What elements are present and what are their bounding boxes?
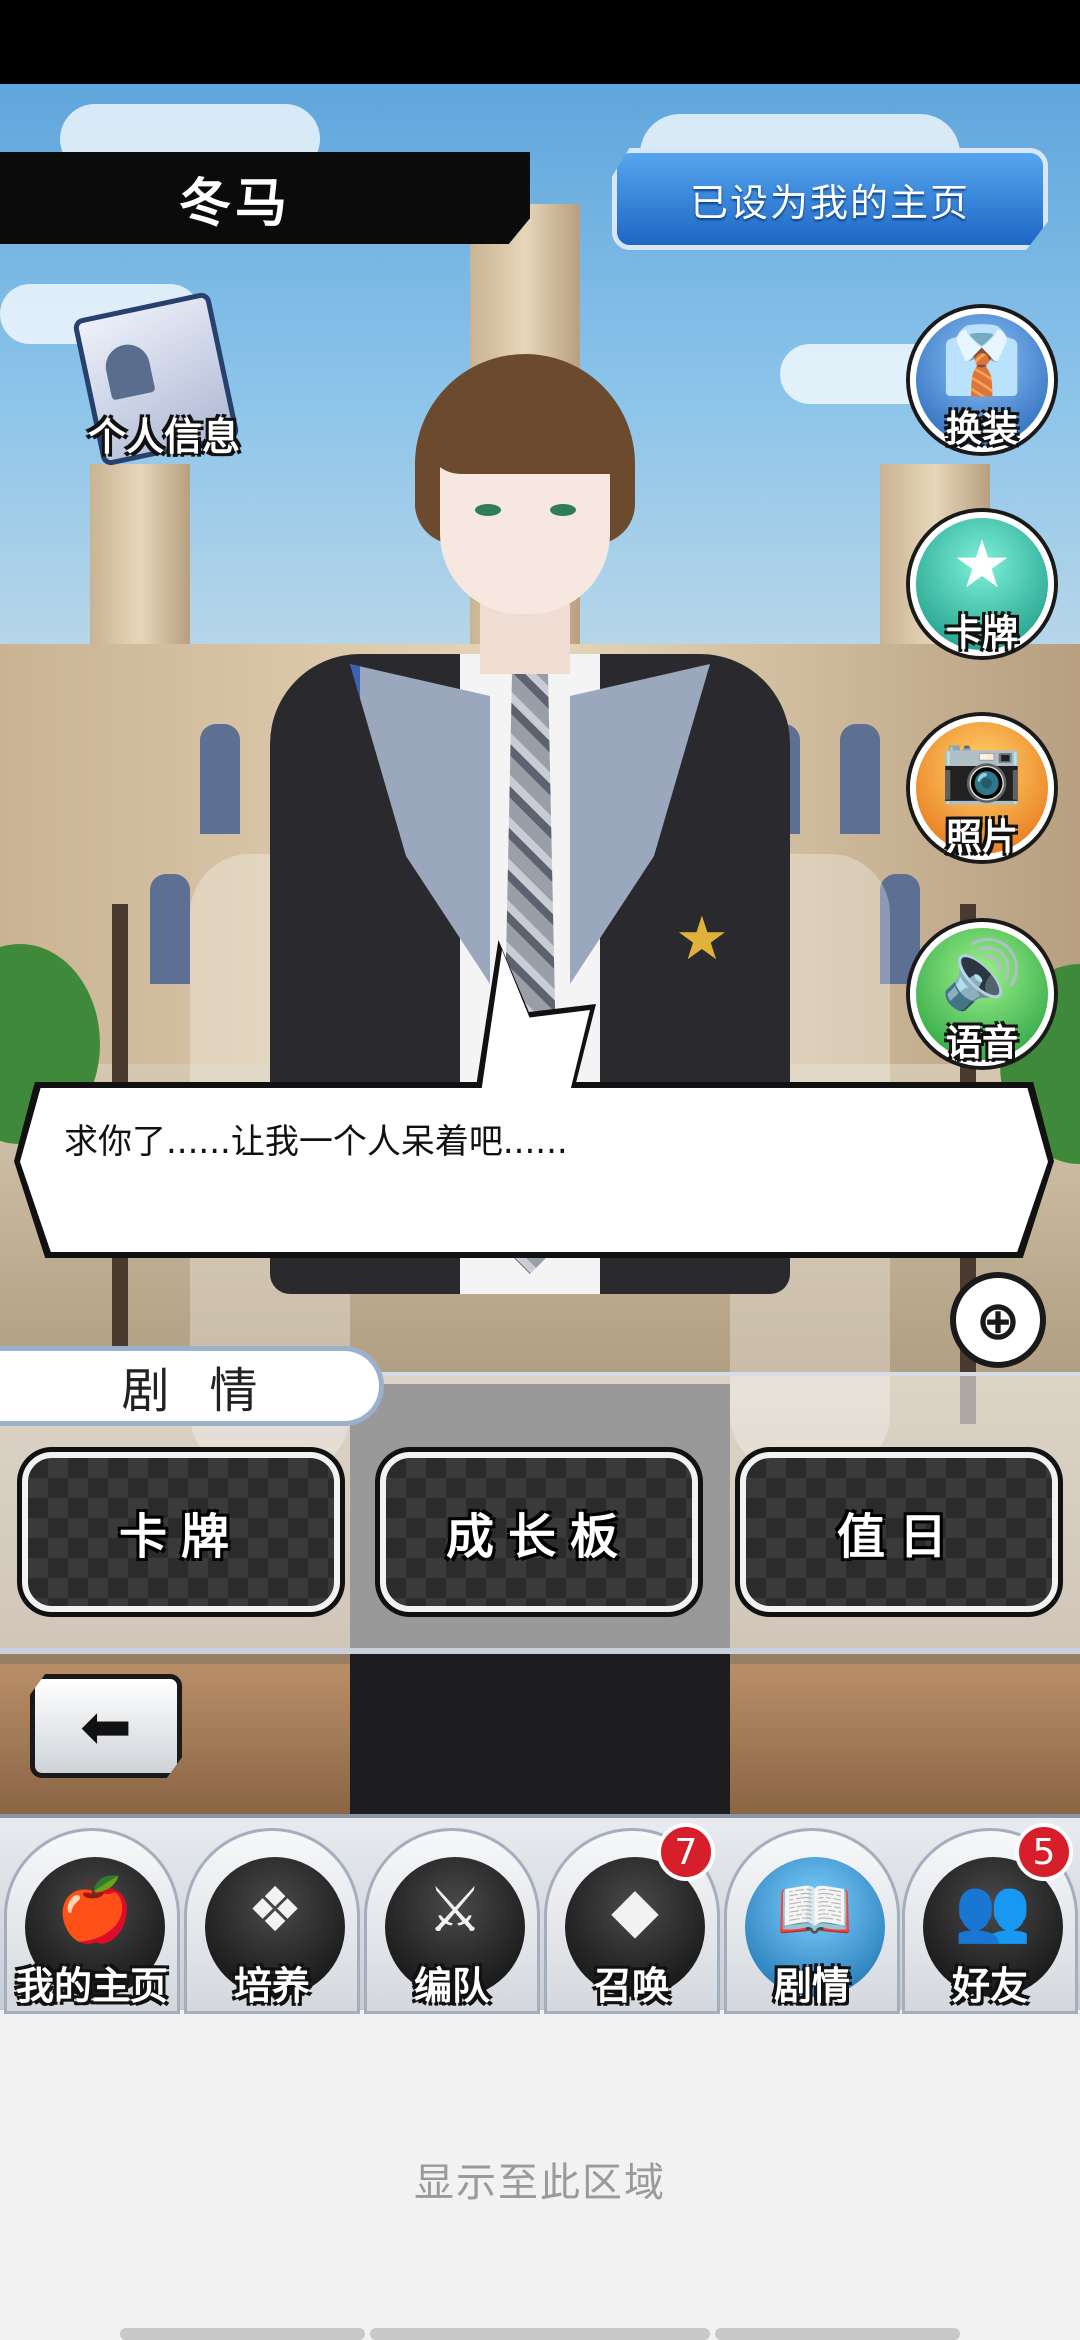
friends-icon: 👥	[954, 1873, 1032, 1946]
outfit-button[interactable]: 👔 换装	[910, 308, 1054, 452]
nav-item-summon[interactable]: ◆ 召唤 7	[544, 1823, 720, 2014]
duty-label: 值日	[836, 1509, 961, 1565]
bottom-nav: 🍎 我的主页 ❖ 培养 ⚔ 编队 ◆ 召唤 7 📖 剧情 👥 好友 5	[0, 1814, 1080, 2014]
camera-icon: 📷	[940, 730, 1024, 807]
nav-item-my-home[interactable]: 🍎 我的主页	[4, 1828, 180, 2014]
nav-item-train[interactable]: ❖ 培养	[184, 1828, 360, 2014]
character-eye	[550, 504, 576, 516]
card-button[interactable]: ★ 卡牌	[910, 512, 1054, 656]
status-bar	[0, 0, 1080, 84]
character-fringe	[425, 384, 625, 474]
notification-badge: 7	[657, 1823, 715, 1881]
speech-bubble[interactable]: 求你了......让我一个人呆着吧......	[14, 1082, 1054, 1258]
duty-button[interactable]: 值日	[740, 1452, 1058, 1612]
star-pin-icon: ★	[675, 904, 729, 974]
zoom-in-icon: ⊕	[975, 1288, 1021, 1352]
growth-board-button[interactable]: 成长板	[380, 1452, 698, 1612]
growth-board-label: 成长板	[445, 1509, 632, 1565]
character-name: 冬马	[178, 173, 291, 234]
character-neck	[480, 604, 570, 674]
character-eye	[475, 504, 501, 516]
story-panel-title: 剧情	[121, 1363, 298, 1419]
set-home-button[interactable]: 已设为我的主页	[612, 148, 1048, 250]
back-arrow-icon: ⬅	[80, 1689, 132, 1763]
character-name-plate: 冬马	[0, 152, 530, 244]
back-button[interactable]: ⬅	[30, 1674, 182, 1778]
gesture-bar	[120, 2328, 365, 2340]
crossed-swords-icon: ⚔	[427, 1873, 483, 1946]
speaker-icon: 🔊	[940, 936, 1024, 1013]
zoom-button[interactable]: ⊕	[950, 1272, 1046, 1368]
nav-item-story[interactable]: 📖 剧情	[724, 1828, 900, 2014]
nav-item-label: 召唤	[593, 1964, 670, 2008]
nav-item-label: 剧情	[773, 1964, 850, 2008]
photo-button[interactable]: 📷 照片	[910, 716, 1054, 860]
outfit-label: 换装	[945, 409, 1018, 450]
speech-bubble-body	[20, 1088, 1048, 1252]
set-home-button-label: 已设为我的主页	[689, 180, 970, 225]
gem-cluster-icon: ❖	[247, 1873, 303, 1946]
dialogue-text: 求你了......让我一个人呆着吧......	[64, 1122, 568, 1162]
story-card-button[interactable]: 卡牌	[22, 1452, 340, 1612]
book-icon: 📖	[776, 1873, 854, 1946]
nav-item-friends[interactable]: 👥 好友 5	[902, 1823, 1078, 2014]
gesture-bar	[715, 2328, 960, 2340]
diamond-icon: ◆	[611, 1873, 659, 1946]
voice-label: 语音	[945, 1023, 1018, 1064]
story-panel-tab: 剧情	[0, 1346, 384, 1426]
castle-window	[150, 874, 190, 984]
nav-item-label: 培养	[233, 1964, 310, 2008]
display-area-hint: 显示至此区域	[414, 2160, 666, 2206]
gesture-bar	[370, 2328, 710, 2340]
nav-item-label: 好友	[951, 1964, 1028, 2008]
story-card-label: 卡牌	[118, 1509, 243, 1565]
photo-label: 照片	[945, 817, 1018, 858]
apple-icon: 🍎	[56, 1873, 134, 1946]
profile-button[interactable]: 个人信息	[71, 291, 252, 474]
card-label: 卡牌	[945, 613, 1018, 654]
nav-item-label: 编队	[413, 1964, 490, 2008]
nav-item-label: 我的主页	[15, 1964, 168, 2008]
star-icon: ★	[952, 526, 1012, 603]
outfit-icon: 👔	[940, 322, 1024, 399]
profile-label: 个人信息	[87, 415, 240, 459]
nav-item-formation[interactable]: ⚔ 编队	[364, 1828, 540, 2014]
voice-button[interactable]: 🔊 语音	[910, 922, 1054, 1066]
notification-badge: 5	[1015, 1823, 1073, 1881]
